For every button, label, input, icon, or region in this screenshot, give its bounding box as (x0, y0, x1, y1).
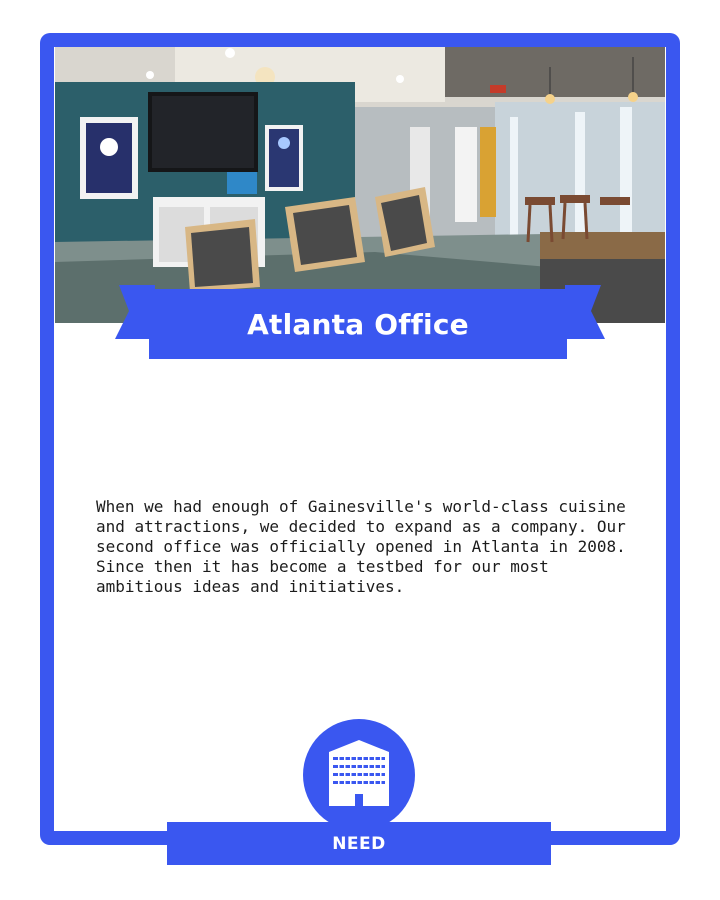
card-title: Atlanta Office (149, 289, 567, 359)
emblem-badge (303, 719, 415, 831)
title-ribbon: Atlanta Office (115, 277, 605, 359)
card-description: When we had enough of Gainesville's worl… (96, 497, 626, 596)
office-building-icon (329, 740, 389, 806)
footer-tag: NEED (167, 822, 551, 865)
